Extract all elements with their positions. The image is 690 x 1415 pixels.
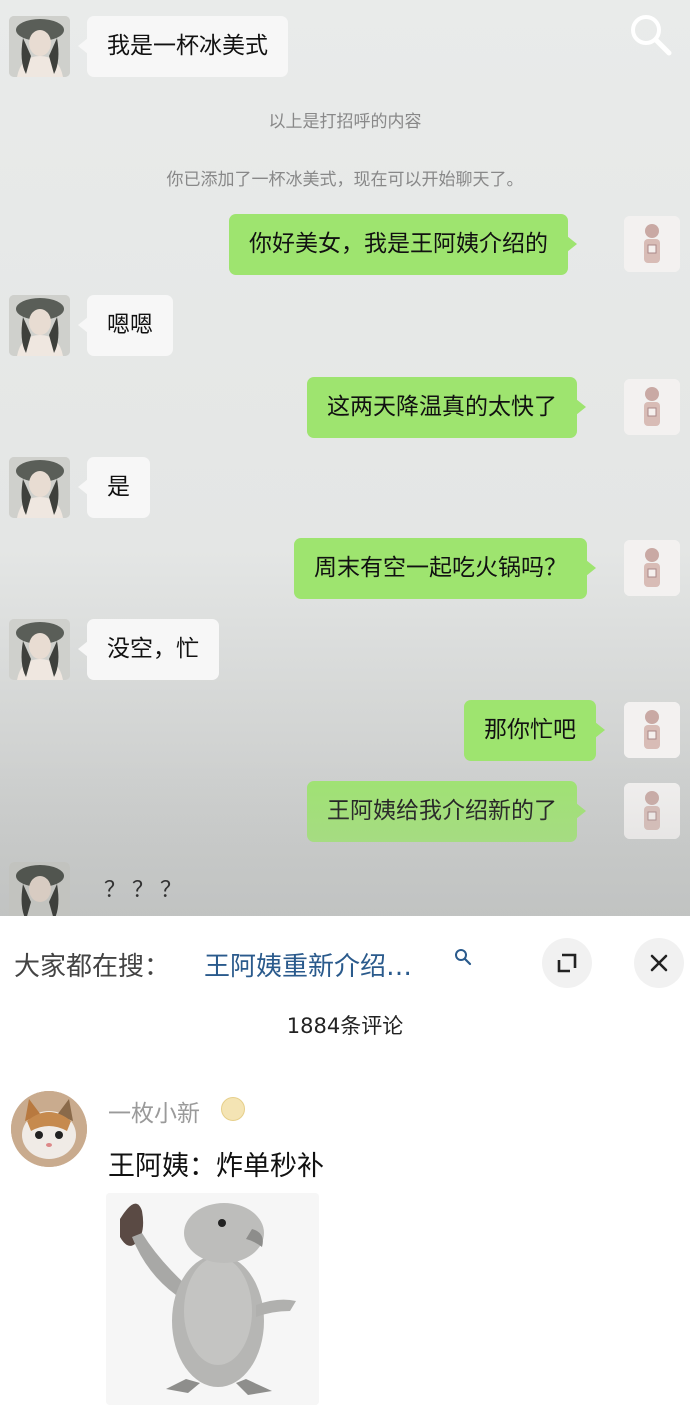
commenter-name[interactable]: 一枚小新 xyxy=(108,1094,200,1128)
system-note: 以上是打招呼的内容 xyxy=(268,112,422,132)
message-bubble-incoming[interactable]: 是 xyxy=(78,457,150,518)
message-bubble-outgoing[interactable]: 你好美女，我是王阿姨介绍的 xyxy=(229,214,577,275)
comment-count: 1884条评论 xyxy=(286,1014,404,1038)
self-avatar[interactable] xyxy=(624,783,680,839)
expand-button[interactable] xyxy=(542,938,592,988)
contact-avatar[interactable] xyxy=(9,457,70,518)
close-icon xyxy=(650,954,668,972)
self-avatar[interactable] xyxy=(624,702,680,758)
hot-search-label: 大家都在搜： xyxy=(14,952,171,982)
message-bubble-outgoing[interactable]: 那你忙吧 xyxy=(464,700,605,761)
commenter-avatar[interactable] xyxy=(11,1091,87,1167)
chat-screenshot: 我是一杯冰美式 以上是打招呼的内容 你已添加了一杯冰美式，现在可以开始聊天了。 … xyxy=(0,0,690,916)
comment-text: 王阿姨：炸单秒补 xyxy=(108,1151,324,1182)
expand-icon xyxy=(557,953,577,973)
message-text-incoming[interactable]: ？？？ xyxy=(104,872,188,904)
message-bubble-incoming[interactable]: 没空，忙 xyxy=(78,619,219,680)
system-note: 你已添加了一杯冰美式，现在可以开始聊天了。 xyxy=(166,170,524,190)
search-icon[interactable] xyxy=(454,948,472,966)
self-avatar[interactable] xyxy=(624,540,680,596)
self-avatar[interactable] xyxy=(624,379,680,435)
contact-avatar[interactable] xyxy=(9,16,70,77)
message-bubble-outgoing[interactable]: 这两天降温真的太快了 xyxy=(307,377,586,438)
message-bubble-outgoing[interactable]: 周末有空一起吃火锅吗？ xyxy=(294,538,596,599)
close-button[interactable] xyxy=(634,938,684,988)
message-bubble-outgoing[interactable]: 王阿姨给我介绍新的了 xyxy=(307,781,586,842)
parrot-sticker[interactable] xyxy=(106,1193,319,1405)
search-icon[interactable] xyxy=(626,10,674,58)
contact-avatar[interactable] xyxy=(9,295,70,356)
message-bubble-incoming[interactable]: 嗯嗯 xyxy=(78,295,173,356)
hot-search-query[interactable]: 王阿姨重新介绍… xyxy=(204,946,412,983)
contact-avatar[interactable] xyxy=(9,619,70,680)
self-avatar[interactable] xyxy=(624,216,680,272)
level-badge-icon xyxy=(221,1097,245,1121)
message-bubble-incoming[interactable]: 我是一杯冰美式 xyxy=(78,16,288,77)
contact-avatar[interactable] xyxy=(9,862,70,916)
